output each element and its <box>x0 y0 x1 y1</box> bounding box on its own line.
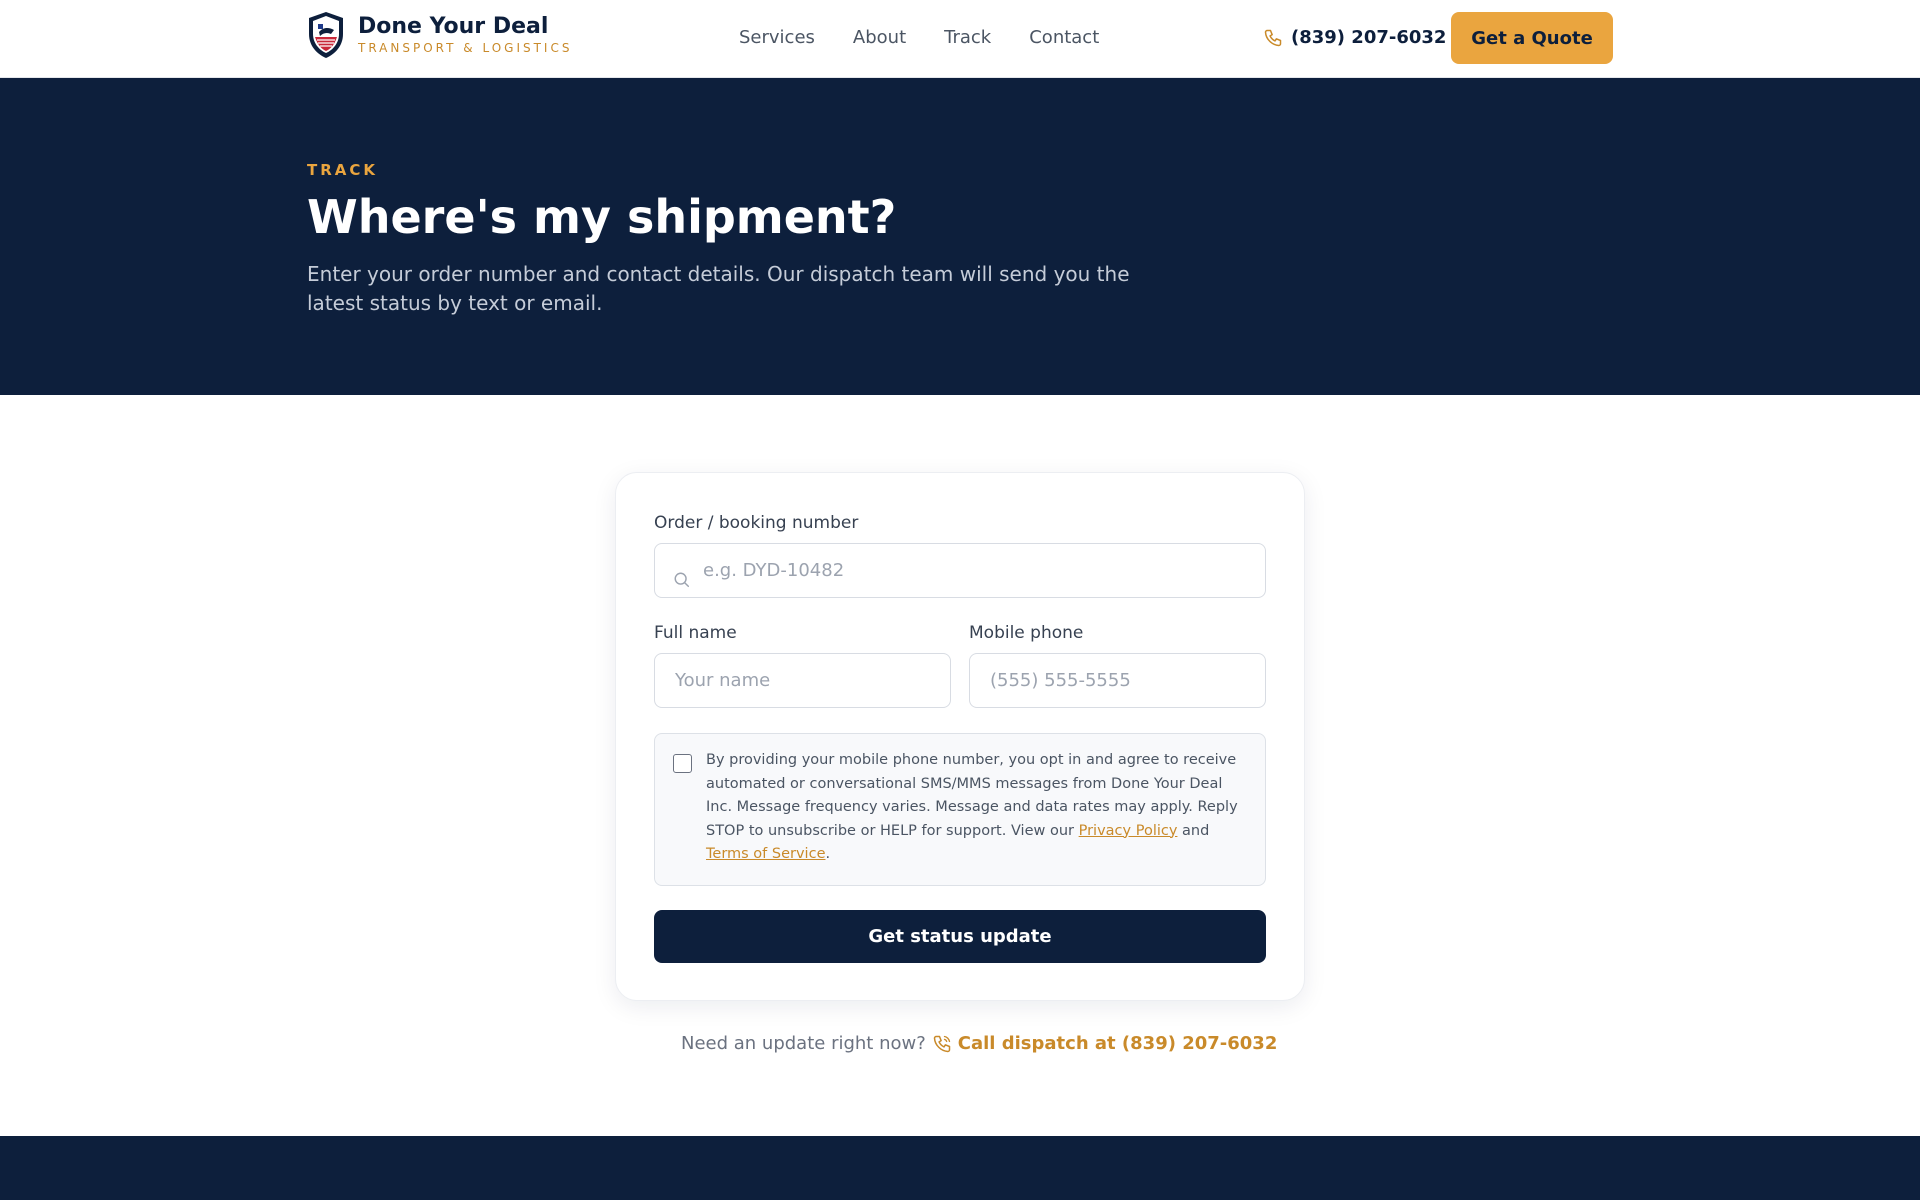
track-form-card: Order / booking number e.g. DYD-10482 Fu… <box>615 472 1305 1001</box>
call-dispatch-link[interactable]: Call dispatch at (839) 207-6032 <box>958 1033 1278 1054</box>
nav-contact[interactable]: Contact <box>1029 27 1099 48</box>
main-nav: Services About Track Contact <box>739 27 1137 48</box>
hero-description: Enter your order number and contact deta… <box>307 262 1130 315</box>
consent-end: . <box>825 846 831 862</box>
sms-consent-text: By providing your mobile phone number, y… <box>706 749 1246 867</box>
nav-services[interactable]: Services <box>739 27 815 48</box>
mobile-phone-label: Mobile phone <box>969 623 1084 643</box>
site-header: Done Your Deal TRANSPORT & LOGISTICS Ser… <box>0 0 1920 78</box>
terms-of-service-link[interactable]: Terms of Service <box>706 846 825 862</box>
page-title: Where's my shipment? <box>307 190 897 244</box>
search-icon <box>674 572 690 588</box>
mobile-phone-input[interactable]: (555) 555-5555 <box>969 653 1266 708</box>
hero-eyebrow: TRACK <box>307 161 379 179</box>
get-status-update-button[interactable]: Get status update <box>654 910 1266 963</box>
order-number-input[interactable]: e.g. DYD-10482 <box>654 543 1266 598</box>
order-number-label: Order / booking number <box>654 513 859 533</box>
get-quote-button[interactable]: Get a Quote <box>1451 12 1613 64</box>
phone-icon <box>1264 29 1282 46</box>
brand-tagline: TRANSPORT & LOGISTICS <box>358 40 573 55</box>
hero-section: TRACK Where's my shipment? Enter your or… <box>0 78 1920 395</box>
brand-name: Done Your Deal <box>358 14 549 40</box>
shield-logo-icon <box>309 12 343 58</box>
header-phone-number: (839) 207-6032 <box>1291 27 1447 48</box>
header-phone-link[interactable]: (839) 207-6032 <box>1263 27 1446 48</box>
nav-track[interactable]: Track <box>944 27 991 48</box>
nav-about[interactable]: About <box>853 27 906 48</box>
consent-and: and <box>1177 822 1210 839</box>
help-text: Need an update right now? <box>681 1033 926 1054</box>
dispatch-help: Need an update right now? Call dispatch … <box>681 1033 1277 1054</box>
sms-consent-checkbox[interactable] <box>673 754 692 773</box>
full-name-label: Full name <box>654 623 737 643</box>
sms-consent-box: By providing your mobile phone number, y… <box>654 733 1266 886</box>
full-name-input[interactable]: Your name <box>654 653 951 708</box>
privacy-policy-link[interactable]: Privacy Policy <box>1079 823 1178 839</box>
site-footer <box>0 1136 1920 1200</box>
phone-call-icon <box>933 1035 951 1052</box>
brand-logo-link[interactable]: Done Your Deal TRANSPORT & LOGISTICS <box>306 10 572 60</box>
